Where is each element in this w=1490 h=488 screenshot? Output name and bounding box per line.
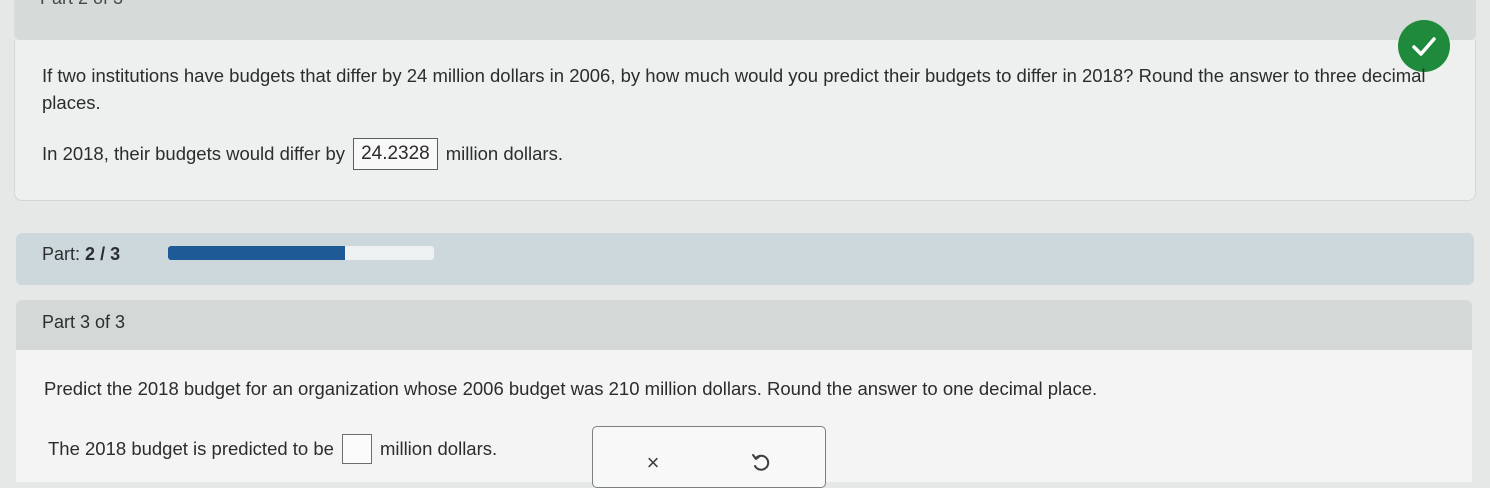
part3-question: Predict the 2018 budget for an organizat… [44, 378, 1098, 399]
part3-answer-suffix: million dollars. [379, 438, 498, 459]
part3-answer-line: The 2018 budget is predicted to be milli… [48, 434, 497, 464]
part2-question: If two institutions have budgets that di… [42, 65, 1426, 113]
progress-current: 2 [85, 244, 96, 264]
part3-header: Part 3 of 3 [16, 300, 1472, 350]
x-icon[interactable]: × [633, 443, 673, 483]
part3-answer-input[interactable] [341, 434, 372, 464]
part2-answer-prefix: In 2018, their budgets would differ by [42, 143, 346, 164]
progress-separator: / [100, 244, 106, 264]
progress-label: Part: 2 / 3 [42, 244, 120, 265]
part2-answer-field[interactable]: 24.2328 [353, 138, 438, 170]
part3-panel: Predict the 2018 budget for an organizat… [16, 350, 1472, 488]
part3-header-label: Part 3 of 3 [42, 312, 126, 332]
part2-answer-line: In 2018, their budgets would differ by 2… [42, 138, 563, 170]
part2-header-label: Part 2 of 3 [40, 0, 123, 9]
part3-answer-prefix: The 2018 budget is predicted to be [48, 438, 334, 459]
answer-actions-panel: × [592, 426, 826, 488]
progress-fill [168, 246, 346, 260]
progress-track [168, 246, 434, 260]
progress-total: 3 [110, 244, 121, 264]
part2-header: Part 2 of 3 [14, 0, 1476, 40]
undo-icon[interactable] [741, 443, 781, 483]
progress-bar: Part: 2 / 3 [16, 233, 1474, 285]
part2-answer-suffix: million dollars. [445, 143, 563, 164]
progress-prefix: Part: [42, 244, 81, 264]
